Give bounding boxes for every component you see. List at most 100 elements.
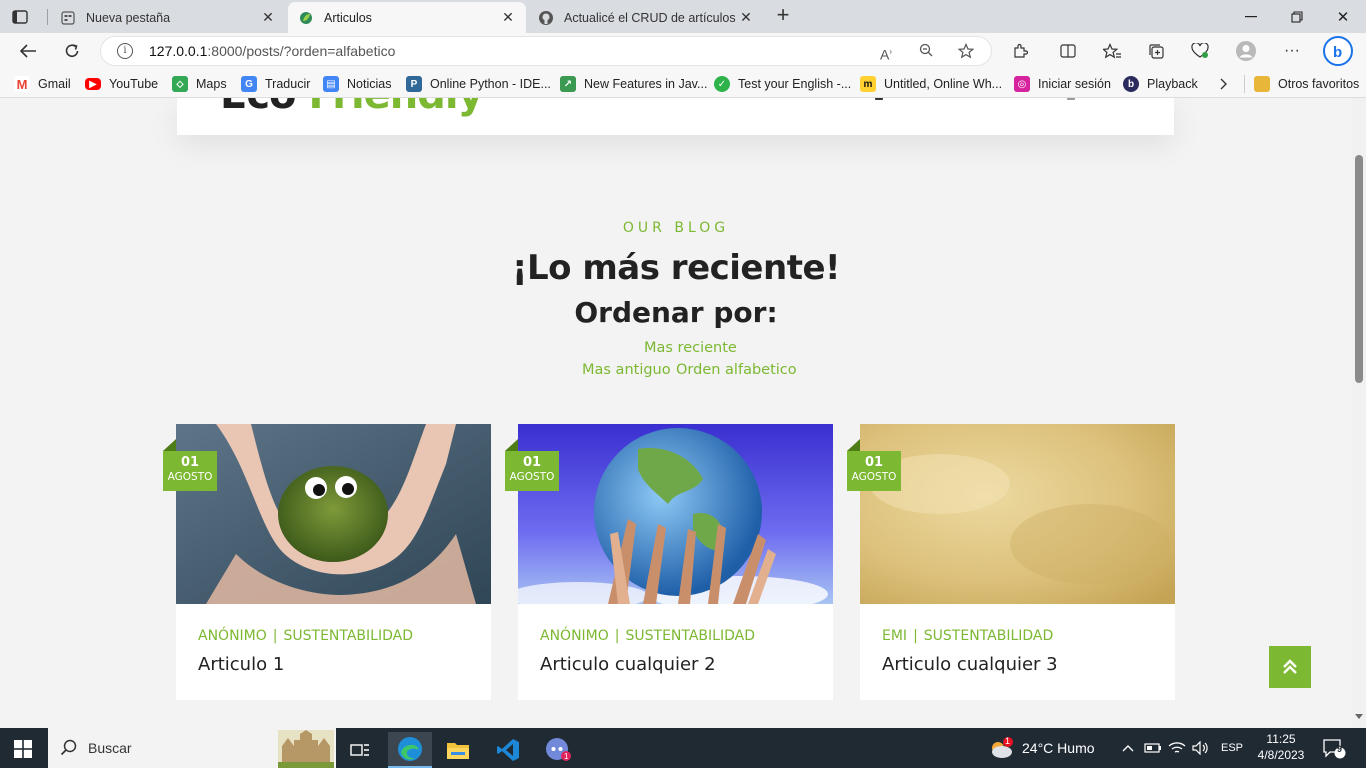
bookmark-label: Test your English -... — [738, 77, 852, 91]
translate-icon: G — [241, 76, 257, 92]
taskbar-search[interactable]: Buscar — [48, 728, 336, 768]
address-bar[interactable]: i 127.0.0.1:8000/posts/?orden=alfabetico… — [100, 36, 992, 66]
bookmark-test-english[interactable]: ✓ Test your English -... — [714, 75, 851, 93]
bookmark-label: Playback — [1147, 77, 1198, 91]
post-author[interactable]: ANÓNIMO — [198, 628, 267, 644]
language-indicator[interactable]: ESP — [1221, 728, 1243, 768]
post-title[interactable]: Articulo cualquier 3 — [882, 654, 1058, 675]
scrollbar-thumb[interactable] — [1355, 155, 1363, 383]
notifications-icon[interactable]: 9 — [1322, 728, 1346, 768]
more-menu-icon[interactable]: ··· — [1280, 39, 1304, 63]
post-card[interactable]: 01 AGOSTO EMI | SUSTENTABILIDAD Articulo c… — [847, 424, 1175, 700]
url-text[interactable]: 127.0.0.1:8000/posts/?orden=alfabetico — [149, 43, 395, 59]
close-tab-icon[interactable]: ✕ — [260, 9, 276, 26]
order-recent-link[interactable]: Mas reciente — [644, 340, 737, 356]
bookmark-label: New Features in Jav... — [584, 77, 708, 91]
profile-avatar-icon[interactable] — [1234, 39, 1258, 63]
order-alpha-link[interactable]: Orden alfabetico — [676, 362, 797, 378]
post-category[interactable]: SUSTENTABILIDAD — [284, 628, 414, 644]
post-card[interactable]: 01 AGOSTO ANÓNIMO | SUSTENTABILIDAD Articu… — [505, 424, 833, 700]
close-tab-icon[interactable]: ✕ — [738, 9, 754, 26]
volume-icon[interactable] — [1192, 728, 1210, 768]
post-image-globe-hands[interactable] — [518, 424, 833, 604]
news-icon: ▤ — [323, 76, 339, 92]
vscode-icon[interactable] — [486, 732, 530, 768]
new-tab-button[interactable]: + — [770, 4, 796, 28]
close-window-icon[interactable]: ✕ — [1320, 0, 1366, 33]
post-image-hands-moss[interactable] — [176, 424, 491, 604]
bookmark-instagram[interactable]: ◎ Iniciar sesión — [1014, 75, 1111, 93]
tab-github[interactable]: Actualicé el CRUD de artículos y a ✕ — [528, 2, 764, 33]
back-arrow-icon[interactable] — [14, 37, 42, 65]
tray-overflow-chevron-icon[interactable] — [1122, 728, 1134, 768]
post-category[interactable]: SUSTENTABILIDAD — [924, 628, 1054, 644]
close-tab-icon[interactable]: ✕ — [500, 9, 516, 26]
extensions-icon[interactable] — [1008, 39, 1032, 63]
post-author[interactable]: EMI — [882, 628, 907, 644]
miro-icon: m — [860, 76, 876, 92]
other-favorites[interactable]: Otros favoritos — [1244, 75, 1359, 93]
favorite-star-icon[interactable] — [957, 43, 975, 61]
date-day: 01 — [864, 455, 884, 470]
bookmark-translate[interactable]: G Traducir — [241, 75, 310, 93]
favorites-icon[interactable] — [1100, 39, 1124, 63]
post-meta: ANÓNIMO | SUSTENTABILIDAD — [198, 628, 413, 644]
instagram-icon: ◎ — [1014, 76, 1030, 92]
split-screen-icon[interactable] — [1056, 39, 1080, 63]
post-card[interactable]: 01 AGOSTO ANÓNIMO | SUSTENTABILIDAD Articu… — [163, 424, 491, 700]
post-image-gold-texture[interactable] — [860, 424, 1175, 604]
discord-icon[interactable]: 1 — [536, 732, 580, 768]
date-month: AGOSTO — [851, 471, 897, 483]
wifi-icon[interactable] — [1168, 728, 1186, 768]
site-logo[interactable]: Eco Friendly — [220, 98, 484, 118]
bookmark-gmail[interactable]: M Gmail — [14, 75, 71, 93]
double-chevron-up-icon — [1283, 659, 1297, 674]
bookmark-news[interactable]: ▤ Noticias — [323, 75, 391, 93]
chevron-right-icon[interactable] — [1218, 75, 1228, 93]
page-scrollbar[interactable] — [1352, 98, 1366, 728]
post-category[interactable]: SUSTENTABILIDAD — [626, 628, 756, 644]
read-aloud-icon[interactable]: A› — [877, 43, 895, 63]
minimize-icon[interactable] — [1228, 0, 1274, 33]
nav-fragment — [1067, 98, 1075, 100]
scroll-to-top-button[interactable] — [1269, 646, 1311, 688]
order-oldest-link[interactable]: Mas antiguo — [582, 362, 671, 378]
post-author[interactable]: ANÓNIMO — [540, 628, 609, 644]
taskbar: Buscar 1 1 24°C Humo ESP 11:25 4/8/2023 … — [0, 728, 1366, 768]
bookmark-miro[interactable]: m Untitled, Online Wh... — [860, 75, 1002, 93]
zoom-icon[interactable] — [917, 43, 935, 61]
url-host: 127.0.0.1 — [149, 43, 208, 59]
bookmark-maps[interactable]: ⬦ Maps — [172, 75, 227, 93]
bookmark-online-python[interactable]: P Online Python - IDE... — [406, 75, 551, 93]
weather-widget[interactable]: 1 24°C Humo — [986, 728, 1095, 768]
bookmark-youtube[interactable]: ▶ YouTube — [85, 75, 158, 93]
windows-start-icon[interactable] — [14, 740, 32, 758]
clock[interactable]: 11:25 4/8/2023 — [1252, 731, 1310, 763]
bookmark-label: Online Python - IDE... — [430, 77, 551, 91]
reload-icon[interactable] — [58, 37, 86, 65]
task-view-icon[interactable] — [338, 732, 382, 768]
date-badge: 01 AGOSTO — [163, 451, 217, 491]
bookmark-label: Iniciar sesión — [1038, 77, 1111, 91]
tab-new-tab[interactable]: Nueva pestaña ✕ — [50, 2, 286, 33]
restore-icon[interactable] — [1274, 0, 1320, 33]
performance-heart-icon[interactable] — [1188, 39, 1212, 63]
post-title[interactable]: Articulo 1 — [198, 654, 284, 675]
tab-actions-icon[interactable] — [8, 6, 32, 28]
battery-icon[interactable] — [1144, 728, 1162, 768]
tab-articulos[interactable]: Articulos ✕ — [288, 2, 526, 33]
file-explorer-icon[interactable] — [436, 732, 480, 768]
scroll-down-arrow-icon[interactable] — [1355, 714, 1363, 719]
meta-separator: | — [614, 628, 620, 644]
post-title[interactable]: Articulo cualquier 2 — [540, 654, 716, 675]
edge-taskbar-icon[interactable] — [388, 732, 432, 768]
folder-icon — [1254, 76, 1270, 92]
bookmark-playback[interactable]: b Playback — [1123, 75, 1198, 93]
site-info-icon[interactable]: i — [117, 43, 133, 59]
maps-icon: ⬦ — [172, 76, 188, 92]
collections-icon[interactable] — [1144, 39, 1168, 63]
playback-icon: b — [1123, 76, 1139, 92]
clock-date: 4/8/2023 — [1257, 748, 1305, 762]
bing-chat-icon[interactable]: b — [1322, 35, 1354, 67]
bookmark-java[interactable]: ↗ New Features in Jav... — [560, 75, 707, 93]
